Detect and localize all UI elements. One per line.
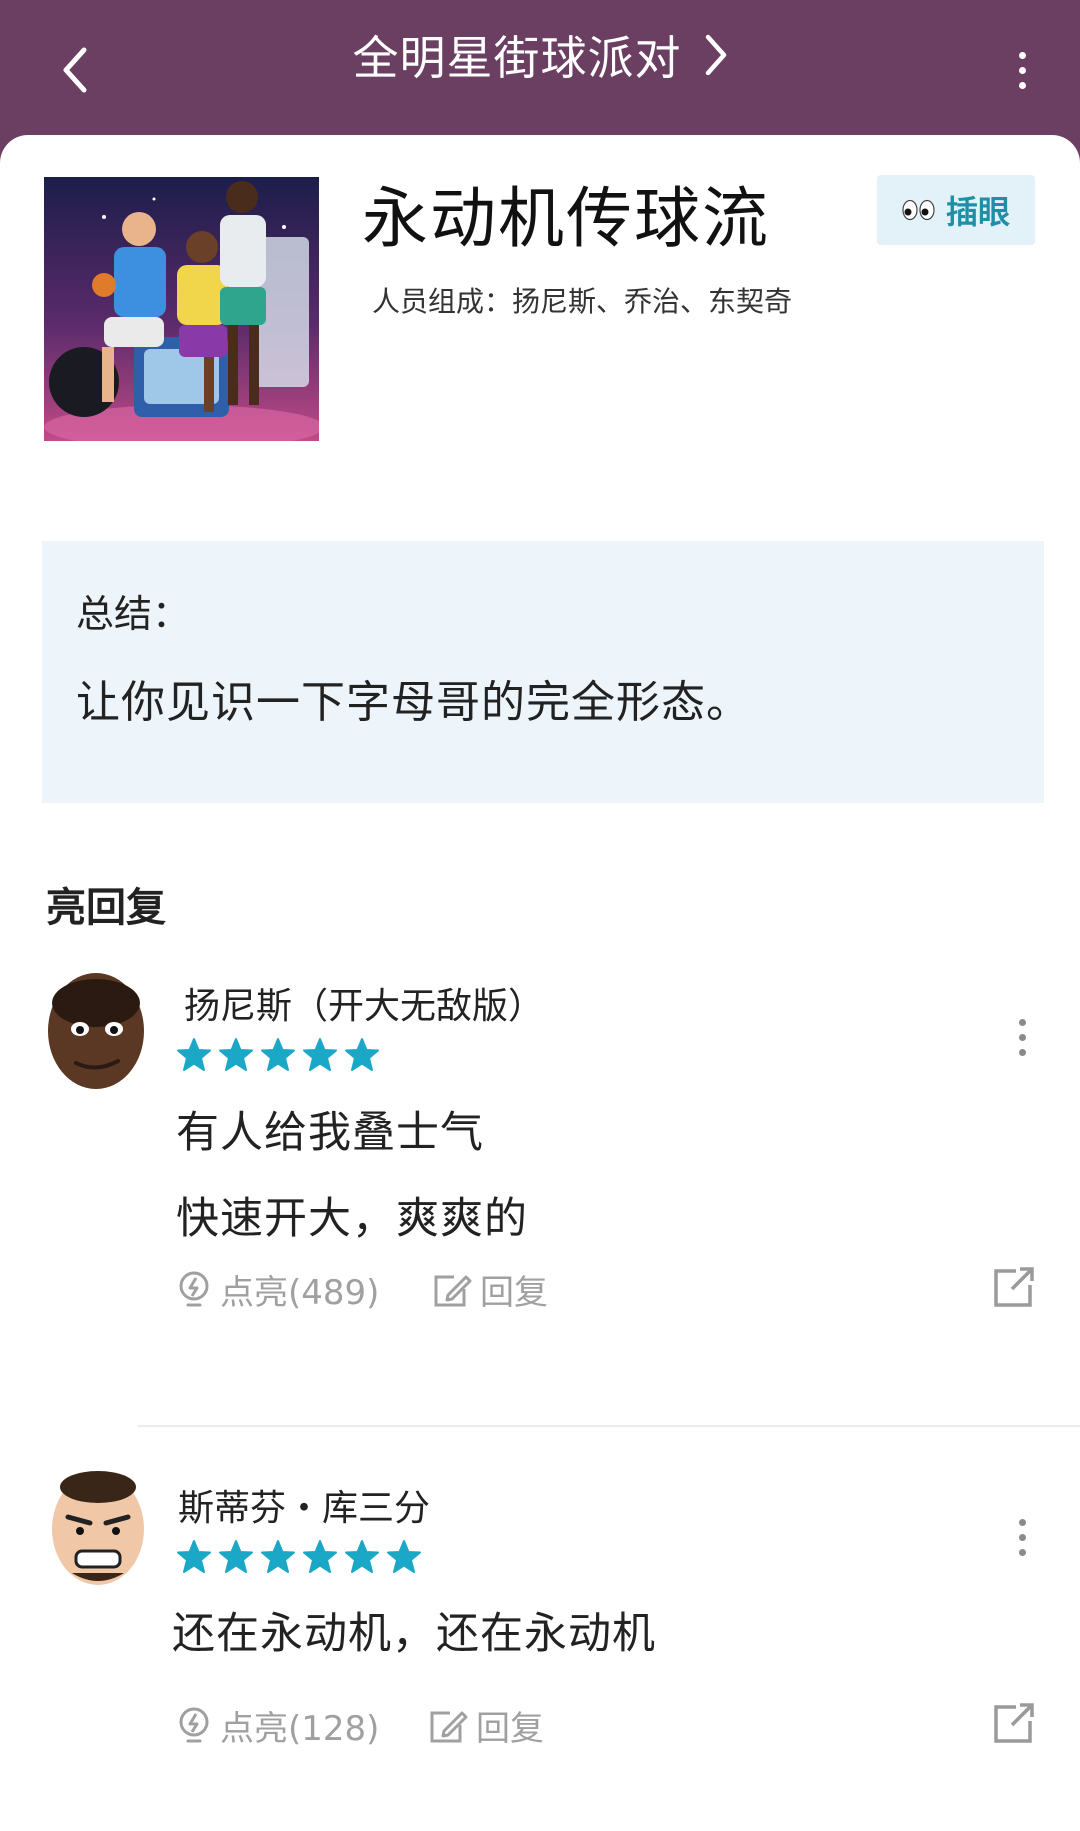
like-button[interactable]: 点亮(489) bbox=[176, 1265, 379, 1314]
share-icon[interactable] bbox=[992, 1265, 1036, 1309]
avatar[interactable] bbox=[40, 965, 150, 1095]
forum-title-link[interactable]: 全明星街球派对 bbox=[0, 22, 1080, 88]
star-icon bbox=[219, 1540, 253, 1573]
reply-button[interactable]: 回复 bbox=[428, 1701, 544, 1750]
comment-author[interactable]: 扬尼斯（开大无敌版） bbox=[184, 977, 544, 1029]
comment-body: 有人给我叠士气 快速开大，爽爽的 bbox=[176, 1090, 528, 1262]
star-icon bbox=[345, 1540, 379, 1573]
star-icon bbox=[303, 1540, 337, 1573]
summary-label: 总结： bbox=[76, 592, 191, 636]
deck-members: 人员组成：扬尼斯、乔治、东契奇 bbox=[372, 285, 793, 318]
more-menu-button[interactable] bbox=[1002, 40, 1042, 100]
lightbulb-icon bbox=[179, 1707, 209, 1742]
summary-text: 让你见识一下字母哥的完全形态。 bbox=[76, 677, 751, 728]
comment-line: 还在永动机，还在永动机 bbox=[172, 1609, 656, 1659]
more-icon bbox=[1018, 51, 1026, 59]
avatar[interactable] bbox=[42, 1465, 152, 1595]
page-title: 全明星街球派对 bbox=[352, 31, 682, 85]
rating-stars bbox=[176, 1539, 422, 1575]
star-icon bbox=[303, 1038, 337, 1071]
star-icon bbox=[345, 1038, 379, 1071]
reply-label: 回复 bbox=[480, 1273, 548, 1313]
deck-cover-image bbox=[44, 177, 319, 441]
edit-icon bbox=[434, 1275, 472, 1306]
top-bar: 全明星街球派对 bbox=[0, 0, 1080, 135]
more-icon-dot bbox=[1018, 66, 1026, 74]
content-card: 永动机传球流 人员组成：扬尼斯、乔治、东契奇 插眼 总结： 让你见识一下字母哥的… bbox=[0, 135, 1080, 1831]
peek-button[interactable]: 插眼 bbox=[877, 175, 1035, 245]
star-icon bbox=[387, 1540, 421, 1573]
comment-author[interactable]: 斯蒂芬・库三分 bbox=[178, 1479, 430, 1531]
more-icon-dot bbox=[1018, 1533, 1026, 1541]
section-title: 亮回复 bbox=[46, 885, 166, 931]
rating-stars bbox=[176, 1037, 380, 1073]
reply-button[interactable]: 回复 bbox=[432, 1265, 548, 1314]
divider bbox=[138, 1425, 1080, 1427]
lightbulb-icon bbox=[179, 1271, 209, 1306]
more-icon-dot bbox=[1018, 1048, 1026, 1056]
star-icon bbox=[261, 1038, 295, 1071]
like-button[interactable]: 点亮(128) bbox=[176, 1701, 379, 1750]
summary-box: 总结： 让你见识一下字母哥的完全形态。 bbox=[42, 541, 1044, 803]
more-icon-dot bbox=[1018, 1548, 1026, 1556]
comment-item: 扬尼斯（开大无敌版） 有人给我叠士气 快速开大，爽爽的 点亮(489) 回复 bbox=[0, 965, 1080, 1375]
deck-title: 永动机传球流 bbox=[362, 180, 770, 257]
star-icon bbox=[261, 1540, 295, 1573]
more-icon-dot bbox=[1018, 81, 1026, 89]
like-label: 点亮(128) bbox=[220, 1709, 380, 1749]
comment-line: 快速开大，爽爽的 bbox=[176, 1194, 528, 1244]
reply-label: 回复 bbox=[476, 1709, 544, 1749]
peek-label: 插眼 bbox=[945, 193, 1010, 231]
eyes-icon bbox=[902, 199, 935, 221]
comment-item: 斯蒂芬・库三分 还在永动机，还在永动机 点亮(128) 回复 bbox=[0, 1465, 1080, 1825]
comment-more-button[interactable] bbox=[1002, 1507, 1042, 1567]
comment-body: 还在永动机，还在永动机 bbox=[172, 1591, 656, 1677]
more-icon bbox=[1018, 1518, 1026, 1526]
comment-more-button[interactable] bbox=[1002, 1007, 1042, 1067]
like-label: 点亮(489) bbox=[220, 1273, 380, 1313]
star-icon bbox=[219, 1038, 253, 1071]
edit-icon bbox=[430, 1711, 468, 1742]
more-icon-dot bbox=[1018, 1033, 1026, 1041]
comment-line: 有人给我叠士气 bbox=[176, 1108, 484, 1158]
share-icon[interactable] bbox=[992, 1701, 1036, 1745]
star-icon bbox=[177, 1540, 211, 1573]
more-icon bbox=[1018, 1018, 1026, 1026]
star-icon bbox=[177, 1038, 211, 1071]
chevron-right-icon bbox=[705, 34, 726, 76]
